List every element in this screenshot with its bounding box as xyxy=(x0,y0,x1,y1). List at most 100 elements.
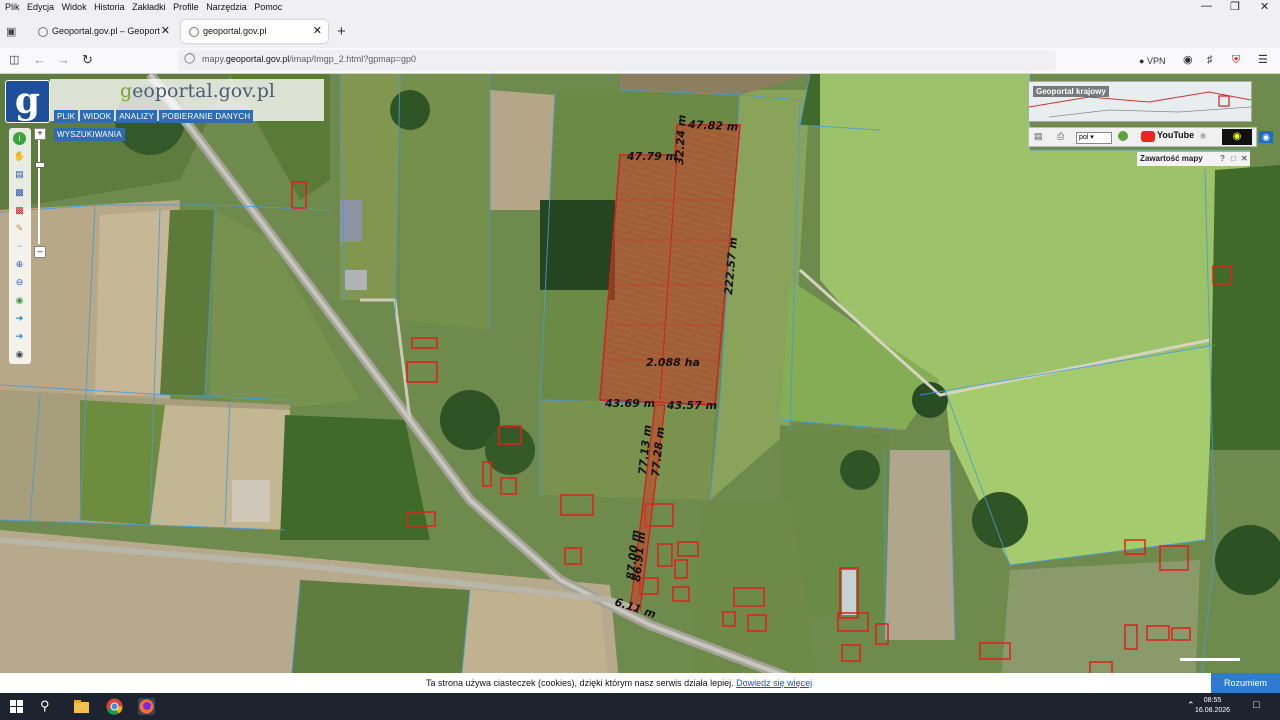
zoom-in-icon[interactable]: ⊕ xyxy=(13,258,26,271)
menu-profile[interactable]: Profile xyxy=(173,0,199,14)
geoportal-menu: PLIK WIDOK ANALIZY POBIERANIE DANYCH WYSZUKI… xyxy=(54,106,324,142)
extension-icon[interactable]: ◉ xyxy=(1183,53,1193,67)
geoportal-logo[interactable]: g xyxy=(5,80,50,123)
legend-icon[interactable]: ▤ xyxy=(1034,131,1043,142)
url-suffix: /imap/Imgp_2.html?gpmap=gp0 xyxy=(289,54,417,64)
search-icon[interactable]: ⚲ xyxy=(40,698,57,715)
tray-chevron-icon[interactable]: ⌃ xyxy=(1187,700,1195,711)
language-select[interactable]: pol ▾ xyxy=(1076,132,1112,144)
measure-area-icon[interactable]: ▩ xyxy=(13,204,26,217)
zoom-out-icon[interactable]: ⊖ xyxy=(13,276,26,289)
ruler-icon[interactable]: ↔ xyxy=(13,240,26,253)
tab-title: Geoportal.gov.pl – Geoportal Ir xyxy=(52,26,160,36)
globe-extent-icon[interactable]: ◉ xyxy=(13,294,26,307)
back-icon[interactable]: ← xyxy=(33,53,46,67)
panel-minimize-icon[interactable]: □ xyxy=(1231,154,1236,163)
file-explorer-icon[interactable] xyxy=(73,698,90,715)
accessibility-icon[interactable]: ⚛ xyxy=(1199,131,1207,142)
url-domain: geoportal.gov.pl xyxy=(225,54,290,64)
chrome-icon[interactable] xyxy=(106,698,123,715)
geoportal-header: geoportal.gov.pl PLIK WIDOK ANALIZY POBIERA… xyxy=(50,79,324,141)
language-value: pol xyxy=(1079,134,1089,141)
cookie-accept-button[interactable]: Rozumiem xyxy=(1211,673,1280,693)
panel-help-icon[interactable]: ? xyxy=(1220,154,1225,163)
overview-title: Geoportal krajowy xyxy=(1033,86,1109,97)
notifications-icon[interactable]: □ xyxy=(1253,699,1260,711)
measurement-label: 47.82 m xyxy=(687,118,739,134)
help-icon[interactable] xyxy=(1118,131,1128,141)
close-tab-icon[interactable]: ✕ xyxy=(313,20,322,43)
youtube-play-icon[interactable] xyxy=(1141,131,1155,142)
orthophoto-map[interactable]: 47.82 m 47.79 m 32.24 m 222.57 m 43.69 m… xyxy=(0,74,1280,693)
extensions-puzzle-icon[interactable]: ♯ xyxy=(1207,53,1213,67)
menu-pobieranie-button[interactable]: POBIERANIE DANYCH xyxy=(159,110,254,123)
vpn-label: VPN xyxy=(1146,56,1166,66)
site-info-icon[interactable]: ◯ xyxy=(184,53,195,64)
firefox-icon[interactable] xyxy=(138,698,155,715)
cookie-banner: Ta strona używa ciasteczek (cookies), dz… xyxy=(0,673,1280,693)
next-view-icon[interactable]: ➔ xyxy=(13,330,26,343)
shield-icon[interactable]: ⛨ xyxy=(1232,53,1240,67)
tab-geoportal-active[interactable]: geoportal.gov.pl ✕ xyxy=(181,20,328,43)
contrast-eye-icon[interactable]: ◉ xyxy=(1222,129,1252,145)
zoom-handle[interactable] xyxy=(35,162,45,168)
reload-icon[interactable]: ↻ xyxy=(82,53,93,67)
hamburger-menu-icon[interactable]: ☰ xyxy=(1258,53,1268,67)
tab-bar: ▣ Geoportal.gov.pl – Geoportal Ir ✕ geop… xyxy=(0,15,1280,48)
print-icon[interactable]: ⎙ xyxy=(1057,131,1064,142)
vpn-button[interactable]: ● VPN xyxy=(1139,54,1165,68)
parcel-area-label: 2.088 ha xyxy=(646,356,700,369)
layers-icon[interactable]: ▤ xyxy=(13,168,26,181)
previous-view-icon[interactable]: ➔ xyxy=(13,312,26,325)
info-icon[interactable]: i xyxy=(13,132,26,145)
menu-narzedzia[interactable]: Narzędzia xyxy=(206,0,247,14)
menu-historia[interactable]: Historia xyxy=(94,0,125,14)
map-content-panel[interactable]: Zawartość mapy ? □ ✕ xyxy=(1137,152,1250,166)
menu-widok-button[interactable]: WIDOK xyxy=(80,110,115,123)
globe-icon xyxy=(38,27,48,37)
clock-time: 08:55 xyxy=(1203,697,1222,704)
map-content-title: Zawartość mapy xyxy=(1140,154,1203,163)
geoportal-brand: geoportal.gov.pl xyxy=(120,80,275,102)
overview-map[interactable]: Geoportal krajowy xyxy=(1028,81,1252,122)
menu-plik[interactable]: Plik xyxy=(5,0,20,14)
cookie-learn-more-link[interactable]: Dowiedz się więcej xyxy=(736,678,812,688)
tab-list-icon[interactable]: ▣ xyxy=(6,25,20,38)
zoom-plus-icon[interactable]: + xyxy=(34,128,46,140)
menu-plik-button[interactable]: PLIK xyxy=(54,110,79,123)
windows-start-icon[interactable] xyxy=(8,698,25,715)
menu-pomoc[interactable]: Pomoc xyxy=(254,0,282,14)
select-icon[interactable]: ▩ xyxy=(13,186,26,199)
url-bar[interactable]: ◯ mapy.geoportal.gov.pl/imap/Imgp_2.html… xyxy=(178,50,1056,71)
menu-wyszukiwania-button[interactable]: WYSZUKIWANIA xyxy=(54,128,125,141)
pan-hand-icon[interactable]: ✋ xyxy=(13,150,26,163)
scale-bar xyxy=(1180,658,1240,661)
menu-edycja[interactable]: Edycja xyxy=(27,0,54,14)
taskbar: ⚲ ⌃ 08:55 16.08.2026 □ xyxy=(0,693,1280,720)
menu-zakladki[interactable]: Zakładki xyxy=(132,0,166,14)
close-window-icon[interactable]: ✕ xyxy=(1260,0,1269,13)
tab-title: geoportal.gov.pl xyxy=(203,26,267,36)
map-view[interactable]: 47.82 m 47.79 m 32.24 m 222.57 m 43.69 m… xyxy=(0,74,1280,693)
brand-rest: eoportal.gov.pl xyxy=(132,80,275,102)
forward-icon[interactable]: → xyxy=(57,53,70,67)
zoom-slider[interactable]: + – xyxy=(34,128,46,258)
new-tab-button[interactable]: + xyxy=(337,23,346,40)
menu-widok[interactable]: Widok xyxy=(62,0,87,14)
menu-analizy-button[interactable]: ANALIZY xyxy=(116,110,158,123)
youtube-label[interactable]: YouTube xyxy=(1157,130,1194,140)
close-tab-icon[interactable]: ✕ xyxy=(161,20,170,43)
pencil-icon[interactable]: ✎ xyxy=(13,222,26,235)
restore-icon[interactable]: ❐ xyxy=(1230,0,1240,13)
reset-icon[interactable]: ◉ xyxy=(13,348,26,361)
measurement-label: 43.69 m xyxy=(604,397,655,410)
minimize-icon[interactable]: — xyxy=(1201,0,1212,12)
clock-date: 16.08.2026 xyxy=(1195,707,1231,714)
globe-icon xyxy=(189,27,199,37)
eye-icon[interactable]: ◉ xyxy=(1259,131,1273,143)
tab-geoportal-ir[interactable]: Geoportal.gov.pl – Geoportal Ir ✕ xyxy=(30,20,176,43)
panel-close-icon[interactable]: ✕ xyxy=(1241,154,1248,163)
zoom-minus-icon[interactable]: – xyxy=(34,246,46,258)
sidebar-toggle-icon[interactable]: ◫ xyxy=(9,53,19,67)
clock[interactable]: 08:55 16.08.2026 xyxy=(1195,696,1230,716)
